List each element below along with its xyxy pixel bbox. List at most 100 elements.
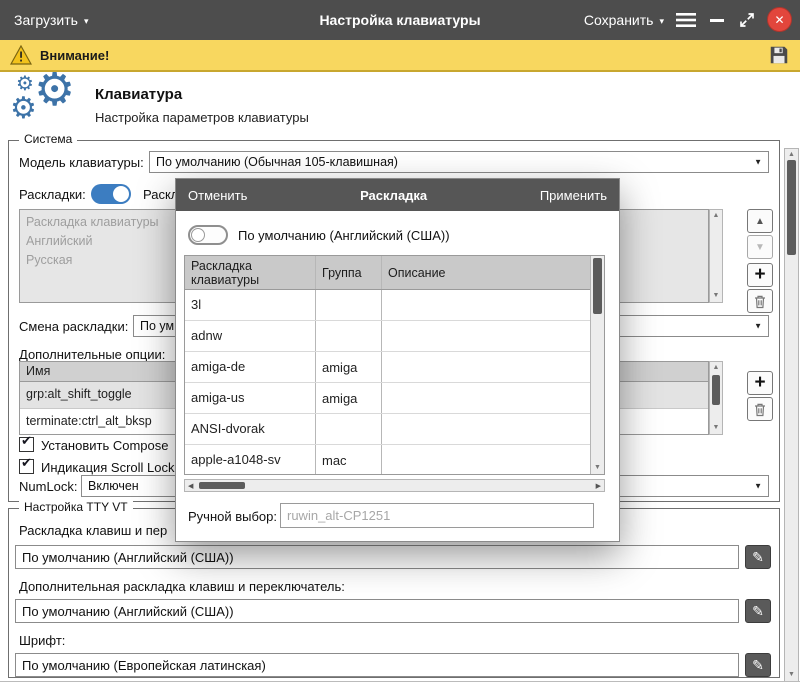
expand-icon[interactable] [738, 11, 756, 29]
pencil-icon: ✎ [752, 549, 764, 566]
layout-dialog-header: Отменить Раскладка Применить [176, 179, 619, 211]
compose-checkbox-label[interactable]: Установить Compose [41, 438, 168, 453]
numlock-label: NumLock: [19, 479, 78, 494]
table-row[interactable]: 3l [185, 290, 590, 321]
save-file-icon[interactable] [768, 44, 790, 66]
table-row[interactable]: apple-a1048-sv mac [185, 445, 590, 475]
edit-tty-font-button[interactable]: ✎ [745, 653, 771, 677]
tty-font-field[interactable]: По умолчанию (Европейская латинская) [15, 653, 739, 677]
main-scrollbar[interactable]: ▲ ▼ [784, 148, 799, 682]
delete-layout-button[interactable] [747, 289, 773, 313]
cell-description [381, 383, 590, 413]
scrollbar-thumb[interactable] [593, 258, 602, 314]
table-row[interactable]: adnw [185, 321, 590, 352]
add-option-button[interactable]: + [747, 371, 773, 395]
load-menu-button[interactable]: Загрузить ▾ [14, 0, 88, 40]
extra-options-label: Дополнительные опции: [19, 347, 165, 362]
cell-group: amiga [315, 352, 381, 382]
hscrollbar-thumb[interactable] [199, 482, 245, 489]
move-layout-up-button[interactable]: ▲ [747, 209, 773, 233]
scrolllock-checkbox[interactable]: ✔ [19, 459, 34, 474]
scroll-right-icon[interactable]: ▶ [596, 482, 601, 490]
cell-group [315, 414, 381, 444]
column-header-description[interactable]: Описание [381, 256, 590, 289]
apply-button[interactable]: Применить [540, 188, 607, 203]
cell-layout: amiga-us [185, 383, 315, 413]
manual-select-input[interactable] [280, 503, 594, 528]
move-layout-down-button[interactable]: ▼ [747, 235, 773, 259]
check-icon: ✔ [21, 433, 32, 449]
cell-group: mac [315, 445, 381, 475]
window-title: Настройка клавиатуры [200, 12, 600, 28]
scroll-down-icon[interactable]: ▼ [785, 670, 798, 680]
keyboard-settings-window: Загрузить ▾ Настройка клавиатуры Сохрани… [0, 0, 800, 682]
keyboard-model-select[interactable]: По умолчанию (Обычная 105-клавишная) ▼ [149, 151, 769, 173]
keyboard-settings-icon: ⚙ ⚙ ⚙ [10, 76, 92, 134]
layout-dialog: Отменить Раскладка Применить По умолчани… [175, 178, 620, 542]
tty-extra-keymap-label: Дополнительная раскладка клавиш и перекл… [19, 579, 345, 594]
column-header-group[interactable]: Группа [315, 256, 381, 289]
edit-tty-extra-keymap-button[interactable]: ✎ [745, 599, 771, 623]
scroll-down-icon[interactable]: ▼ [710, 291, 722, 301]
save-menu-button[interactable]: Сохранить ▾ [584, 0, 664, 40]
cell-group: amiga [315, 383, 381, 413]
layout-dialog-title: Раскладка [360, 188, 427, 203]
main-scrollbar-thumb[interactable] [787, 160, 796, 255]
layout-list-scrollbar[interactable]: ▲ ▼ [709, 209, 723, 303]
options-table-scrollbar[interactable]: ▲ ▼ [709, 361, 723, 435]
table-row[interactable]: amiga-us amiga [185, 383, 590, 414]
scroll-left-icon[interactable]: ◀ [188, 482, 193, 490]
cell-layout: amiga-de [185, 352, 315, 382]
layout-table-hscrollbar[interactable]: ◀ ▶ [184, 479, 605, 492]
numlock-value: Включен [88, 479, 139, 493]
chevron-down-icon: ▼ [754, 158, 762, 167]
cell-layout: apple-a1048-sv [185, 445, 315, 475]
add-layout-button[interactable]: + [747, 263, 773, 287]
cancel-button[interactable]: Отменить [188, 188, 247, 203]
manual-select-label: Ручной выбор: [188, 509, 277, 524]
tty-font-value: По умолчанию (Европейская латинская) [22, 658, 266, 673]
default-layout-toggle[interactable] [188, 225, 228, 245]
compose-checkbox[interactable]: ✔ [19, 437, 34, 452]
chevron-down-icon: ▼ [754, 322, 762, 331]
table-row[interactable]: amiga-de amiga [185, 352, 590, 383]
warning-icon [10, 45, 32, 65]
edit-tty-keymap-button[interactable]: ✎ [745, 545, 771, 569]
tty-keymap-field[interactable]: По умолчанию (Английский (США)) [15, 545, 739, 569]
scroll-up-icon[interactable]: ▲ [710, 363, 722, 373]
close-button[interactable]: ✕ [767, 7, 792, 32]
layout-table-scrollbar[interactable]: ▼ [590, 256, 604, 474]
gear-icon: ⚙ [16, 74, 34, 94]
layout-switch-value: По ум [140, 319, 174, 333]
cell-description [381, 290, 590, 320]
load-menu-label: Загрузить [14, 12, 78, 28]
keyboard-model-label: Модель клавиатуры: [19, 155, 144, 170]
trash-icon [753, 402, 767, 417]
cell-description [381, 445, 590, 475]
scroll-up-icon[interactable]: ▲ [710, 211, 722, 221]
cell-layout: ANSI-dvorak [185, 414, 315, 444]
chevron-down-icon: ▾ [659, 14, 664, 27]
layouts-label: Раскладки: [19, 187, 86, 202]
default-layout-toggle-label: По умолчанию (Английский (США)) [238, 228, 450, 243]
column-header-layout[interactable]: Раскладка клавиатуры [185, 256, 315, 289]
gear-icon: ⚙ [10, 94, 37, 124]
hamburger-menu-icon[interactable] [676, 12, 696, 28]
minimize-icon[interactable] [710, 19, 724, 22]
scroll-up-icon[interactable]: ▲ [785, 150, 798, 160]
tty-section-legend: Настройка TTY VT [19, 500, 133, 514]
close-icon: ✕ [774, 13, 784, 27]
scroll-down-icon[interactable]: ▼ [710, 423, 722, 433]
tty-extra-keymap-field[interactable]: По умолчанию (Английский (США)) [15, 599, 739, 623]
warning-bar: Внимание! [0, 40, 800, 72]
tty-extra-keymap-value: По умолчанию (Английский (США)) [22, 604, 234, 619]
cell-group [315, 321, 381, 351]
table-row[interactable]: ANSI-dvorak [185, 414, 590, 445]
layouts-toggle[interactable] [91, 184, 131, 204]
scrolllock-checkbox-label[interactable]: Индикация Scroll Lock [41, 460, 175, 475]
cell-description [381, 321, 590, 351]
scrollbar-thumb[interactable] [712, 375, 720, 405]
scroll-down-icon[interactable]: ▼ [591, 463, 604, 473]
delete-option-button[interactable] [747, 397, 773, 421]
toggle-knob [191, 228, 205, 242]
